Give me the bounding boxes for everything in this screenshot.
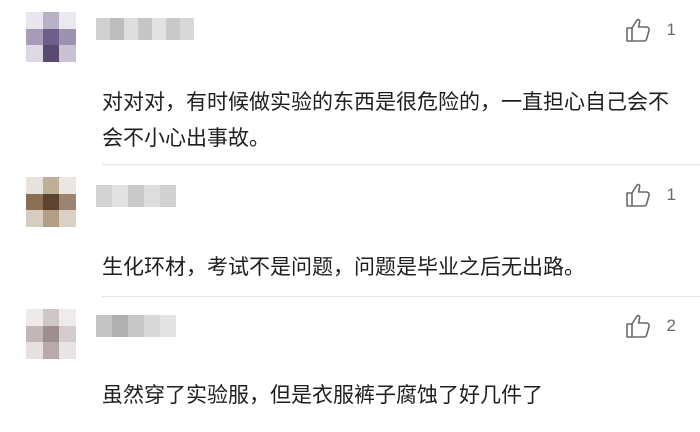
thumbs-up-icon bbox=[625, 183, 650, 207]
avatar[interactable] bbox=[26, 309, 76, 359]
like-count: 1 bbox=[666, 20, 676, 39]
comment-item: 1 对对对，有时候做实验的东西是很危险的，一直担心自己会不会不小心出事故。 bbox=[0, 0, 700, 165]
comment-text: 对对对，有时候做实验的东西是很危险的，一直担心自己会不会不小心出事故。 bbox=[102, 90, 669, 150]
avatar[interactable] bbox=[26, 177, 76, 227]
avatar[interactable] bbox=[26, 12, 76, 62]
comment-item: 1 生化环材，考试不是问题，问题是毕业之后无出路。 bbox=[0, 165, 700, 297]
comment-text: 生化环材，考试不是问题，问题是毕业之后无出路。 bbox=[102, 255, 585, 279]
like-count: 2 bbox=[666, 316, 676, 335]
like-button[interactable]: 1 bbox=[625, 17, 676, 43]
like-count: 1 bbox=[666, 185, 676, 204]
username[interactable] bbox=[96, 315, 176, 337]
thumbs-up-icon bbox=[625, 18, 650, 42]
comment-text: 虽然穿了实验服，但是衣服裤子腐蚀了好几件了 bbox=[102, 383, 543, 407]
like-button[interactable]: 2 bbox=[625, 313, 676, 339]
username[interactable] bbox=[96, 185, 176, 207]
thumbs-up-icon bbox=[625, 314, 650, 338]
comment-feed: 1 对对对，有时候做实验的东西是很危险的，一直担心自己会不会不小心出事故。 1 … bbox=[0, 0, 700, 432]
username[interactable] bbox=[96, 18, 194, 40]
like-button[interactable]: 1 bbox=[625, 182, 676, 208]
comment-item: 2 虽然穿了实验服，但是衣服裤子腐蚀了好几件了 bbox=[0, 297, 700, 432]
